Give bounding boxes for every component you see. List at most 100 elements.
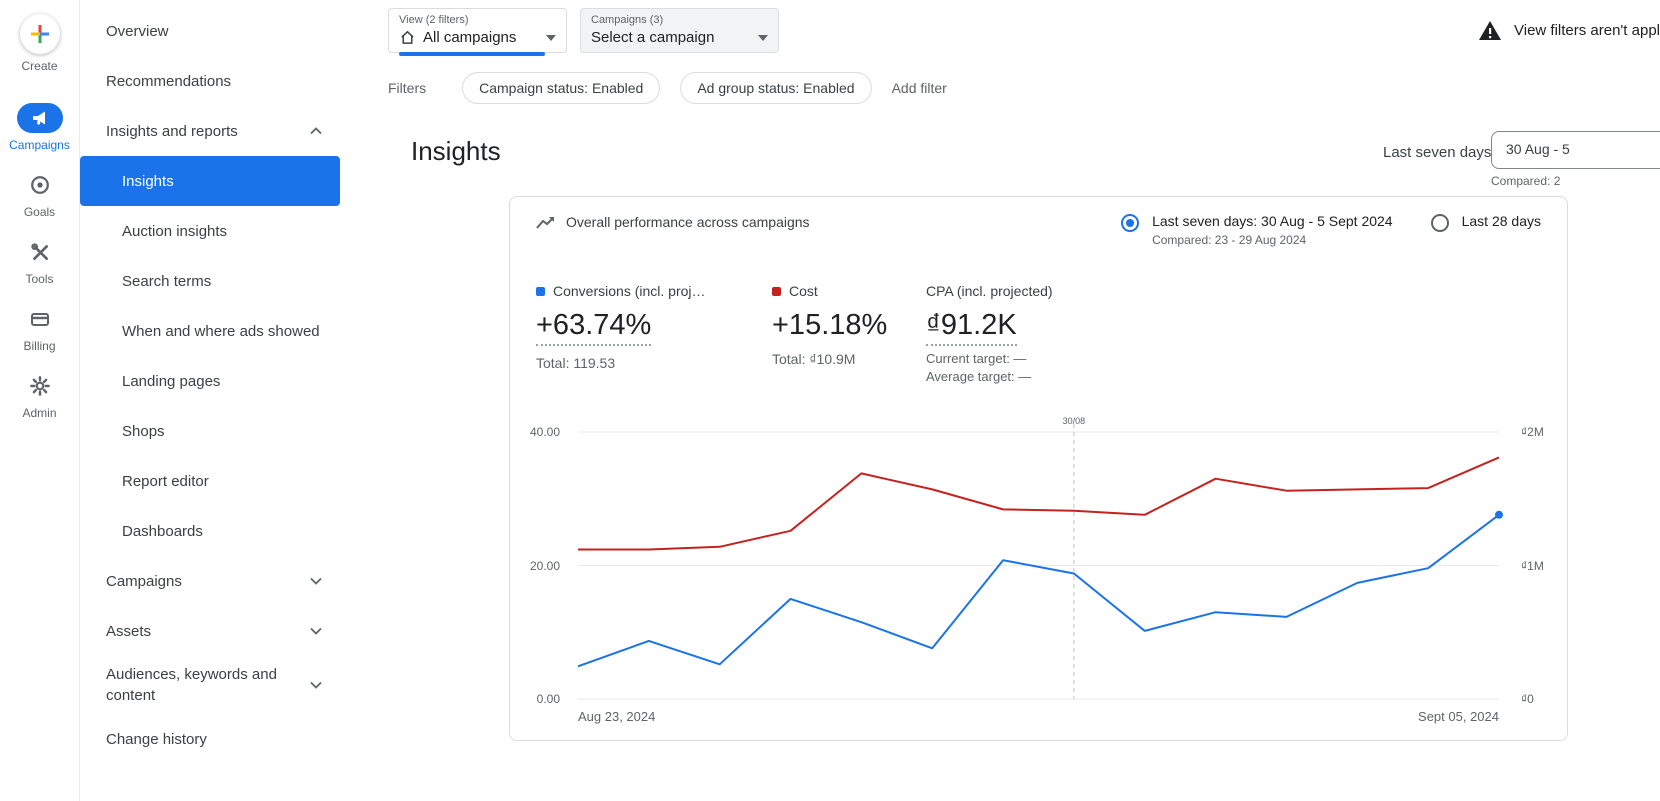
metric-label: Conversions (incl. proj…	[553, 283, 706, 299]
metric-cost: Cost +15.18% Total: ₫10.9M	[772, 283, 902, 384]
gear-icon	[17, 371, 63, 401]
main-content: View (2 filters) All campaigns Campaigns…	[340, 0, 1660, 801]
topbar: View (2 filters) All campaigns Campaigns…	[340, 0, 1660, 62]
sidebar-item-audiences-keywords-content[interactable]: Audiences, keywords and content	[80, 656, 340, 714]
conversions-legend-dot	[536, 287, 545, 296]
sidebar-item-overview[interactable]: Overview	[80, 6, 340, 56]
rail-item-label: Create	[21, 59, 57, 73]
warning-icon	[1478, 20, 1502, 41]
card-title: Overall performance across campaigns	[566, 213, 810, 230]
cost-legend-dot	[772, 287, 781, 296]
sidebar-item-campaigns[interactable]: Campaigns	[80, 556, 340, 606]
trending-up-icon	[536, 215, 556, 231]
filters-label: Filters	[388, 80, 426, 96]
campaign-selector[interactable]: Campaigns (3) Select a campaign	[580, 8, 779, 53]
metric-cpa: CPA (incl. projected) ₫91.2K Current tar…	[926, 283, 1053, 384]
radio-last-seven-days[interactable]: Last seven days: 30 Aug - 5 Sept 2024 Co…	[1121, 213, 1393, 247]
plus-icon	[20, 14, 60, 54]
radio-last-28-days[interactable]: Last 28 days	[1431, 213, 1541, 247]
secondary-sidebar: Overview Recommendations Insights and re…	[80, 0, 340, 801]
app-root: Create Campaigns Goals	[0, 0, 1660, 801]
rail-item-campaigns[interactable]: Campaigns	[0, 103, 79, 152]
rail-item-admin[interactable]: Admin	[0, 371, 79, 420]
range-radio-group: Last seven days: 30 Aug - 5 Sept 2024 Co…	[1121, 213, 1541, 247]
page-header: Insights Last seven days 30 Aug - 5 Comp…	[388, 128, 1660, 192]
campaign-selector-value: Select a campaign	[591, 29, 714, 46]
y2-axis-tick: ₫2M	[1521, 425, 1544, 439]
sidebar-item-dashboards[interactable]: Dashboards	[80, 506, 340, 556]
metric-value: +63.74%	[536, 309, 651, 346]
chevron-down-icon	[310, 577, 322, 585]
rail-item-label: Tools	[25, 272, 53, 286]
metric-detail: Total: ₫10.9M	[772, 351, 902, 367]
y2-axis-tick: ₫0	[1521, 692, 1534, 706]
sidebar-item-change-history[interactable]: Change history	[80, 714, 340, 764]
view-selector[interactable]: View (2 filters) All campaigns	[388, 8, 567, 53]
sidebar-item-report-editor[interactable]: Report editor	[80, 456, 340, 506]
sidebar-item-insights[interactable]: Insights	[80, 156, 340, 206]
overall-performance-card: Overall performance across campaigns Las…	[509, 196, 1568, 741]
metric-value: +15.18%	[772, 309, 887, 342]
sidebar-item-landing-pages[interactable]: Landing pages	[80, 356, 340, 406]
radio-label: Last 28 days	[1462, 213, 1541, 230]
rail-item-label: Campaigns	[9, 138, 70, 152]
chart-marker-label: 30/08	[1063, 416, 1086, 426]
filter-chip-ad-group-status[interactable]: Ad group status: Enabled	[680, 72, 871, 104]
radio-label: Last seven days: 30 Aug - 5 Sept 2024	[1152, 213, 1393, 230]
view-selector-value: All campaigns	[423, 29, 516, 46]
rail-item-tools[interactable]: Tools	[0, 237, 79, 286]
chevron-down-icon	[310, 627, 322, 635]
date-range-picker[interactable]: 30 Aug - 5	[1491, 131, 1660, 169]
card-header: Overall performance across campaigns Las…	[510, 197, 1567, 247]
y2-axis-tick: ₫1M	[1521, 559, 1544, 573]
sidebar-item-recommendations[interactable]: Recommendations	[80, 56, 340, 106]
y-axis-tick: 0.00	[537, 692, 560, 706]
chevron-down-icon	[310, 681, 322, 689]
rail-item-billing[interactable]: Billing	[0, 304, 79, 353]
metric-detail: Average target: —	[926, 369, 1053, 384]
rail-item-label: Admin	[22, 406, 56, 420]
performance-chart-svg	[578, 432, 1499, 699]
warning-text: View filters aren't appl	[1514, 22, 1660, 39]
view-selector-label: View (2 filters)	[399, 14, 556, 26]
rail-item-label: Billing	[23, 339, 55, 353]
rail-item-goals[interactable]: Goals	[0, 170, 79, 219]
create-button[interactable]: Create	[0, 14, 79, 73]
sidebar-item-search-terms[interactable]: Search terms	[80, 256, 340, 306]
chevron-up-icon	[310, 127, 322, 135]
x-axis-tick: Sept 05, 2024	[1418, 709, 1499, 724]
metrics-row: Conversions (incl. proj… +63.74% Total: …	[510, 247, 1567, 384]
radio-selected-icon	[1121, 214, 1139, 232]
y-axis-tick: 20.00	[530, 559, 560, 573]
metric-label: CPA (incl. projected)	[926, 283, 1053, 299]
x-axis-labels: Aug 23, 2024 Sept 05, 2024	[578, 709, 1499, 724]
x-axis-tick: Aug 23, 2024	[578, 709, 655, 724]
filter-chip-campaign-status[interactable]: Campaign status: Enabled	[462, 72, 660, 104]
sidebar-item-assets[interactable]: Assets	[80, 606, 340, 656]
compared-range-text: Compared: 2	[1491, 174, 1660, 188]
sidebar-item-shops[interactable]: Shops	[80, 406, 340, 456]
y-axis-tick: 40.00	[530, 425, 560, 439]
sidebar-item-when-and-where-ads-showed[interactable]: When and where ads showed	[80, 306, 340, 356]
metric-label: Cost	[789, 283, 818, 299]
sidebar-item-insights-and-reports[interactable]: Insights and reports	[80, 106, 340, 156]
chevron-down-icon	[546, 35, 556, 41]
campaign-selector-label: Campaigns (3)	[591, 14, 768, 26]
chevron-down-icon	[758, 35, 768, 41]
view-filters-warning: View filters aren't appl	[1478, 8, 1660, 41]
credit-card-icon	[17, 304, 63, 334]
target-icon	[17, 170, 63, 200]
megaphone-icon	[17, 103, 63, 133]
home-icon	[399, 29, 416, 46]
rail-item-label: Goals	[24, 205, 55, 219]
metric-value: ₫91.2K	[926, 309, 1017, 346]
wrench-icon	[17, 237, 63, 267]
add-filter-button[interactable]: Add filter	[892, 80, 947, 96]
metric-detail: Total: 119.53	[536, 355, 748, 371]
filters-row: Filters Campaign status: Enabled Ad grou…	[340, 62, 1660, 114]
radio-sublabel: Compared: 23 - 29 Aug 2024	[1152, 233, 1393, 247]
metric-detail: Current target: —	[926, 351, 1053, 366]
date-range-label: Last seven days	[1383, 144, 1491, 161]
sidebar-item-auction-insights[interactable]: Auction insights	[80, 206, 340, 256]
performance-chart: 40.00 20.00 0.00 ₫2M ₫1M ₫0 30/08	[578, 432, 1499, 699]
